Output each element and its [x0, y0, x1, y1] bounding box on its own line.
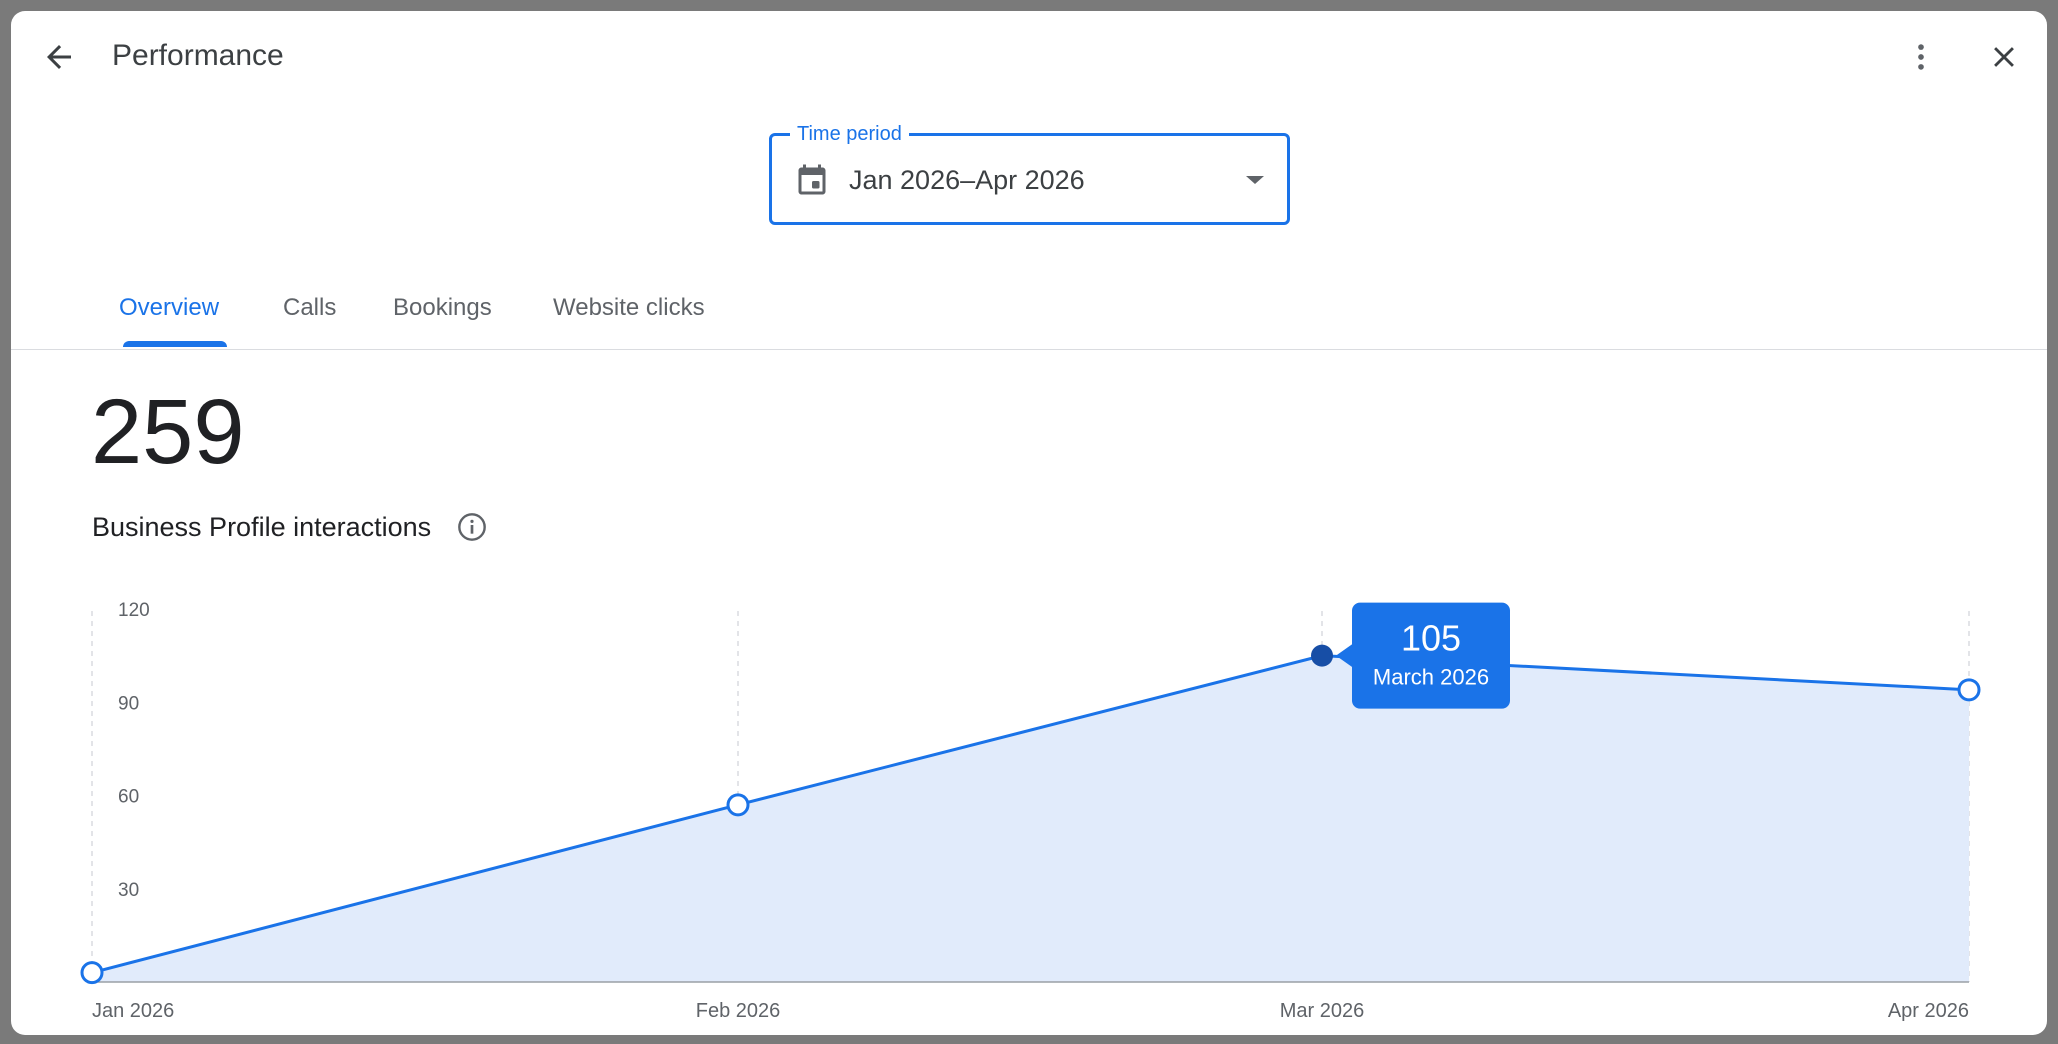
chart-tooltip: 105 March 2026	[1336, 602, 1510, 709]
x-tick-label: Feb 2026	[696, 1000, 781, 1022]
chart-y-ticks: 30 60 90 120	[118, 600, 150, 901]
data-point	[80, 961, 104, 985]
performance-dialog: Performance Time period Jan 2026–Apr 202…	[11, 11, 2047, 1035]
data-point	[1957, 678, 1981, 702]
data-point-highlighted	[1311, 644, 1333, 667]
chart-area-fill	[92, 655, 1969, 982]
x-tick-label: Jan 2026	[92, 1000, 174, 1022]
x-tick-label: Mar 2026	[1280, 1000, 1365, 1022]
y-tick-label: 90	[118, 693, 139, 714]
data-point	[726, 793, 750, 817]
y-tick-label: 60	[118, 787, 139, 808]
tooltip-label: March 2026	[1373, 665, 1489, 690]
tooltip-value: 105	[1401, 618, 1461, 659]
chart-x-ticks: Jan 2026 Feb 2026 Mar 2026 Apr 2026	[92, 1000, 1969, 1022]
y-tick-label: 120	[118, 600, 150, 621]
x-tick-label: Apr 2026	[1888, 1000, 1969, 1022]
interactions-chart: 30 60 90 120 Jan 2026 Feb 2026 Mar 2026 Apr 20…	[80, 600, 1981, 1022]
y-tick-label: 30	[118, 880, 139, 901]
